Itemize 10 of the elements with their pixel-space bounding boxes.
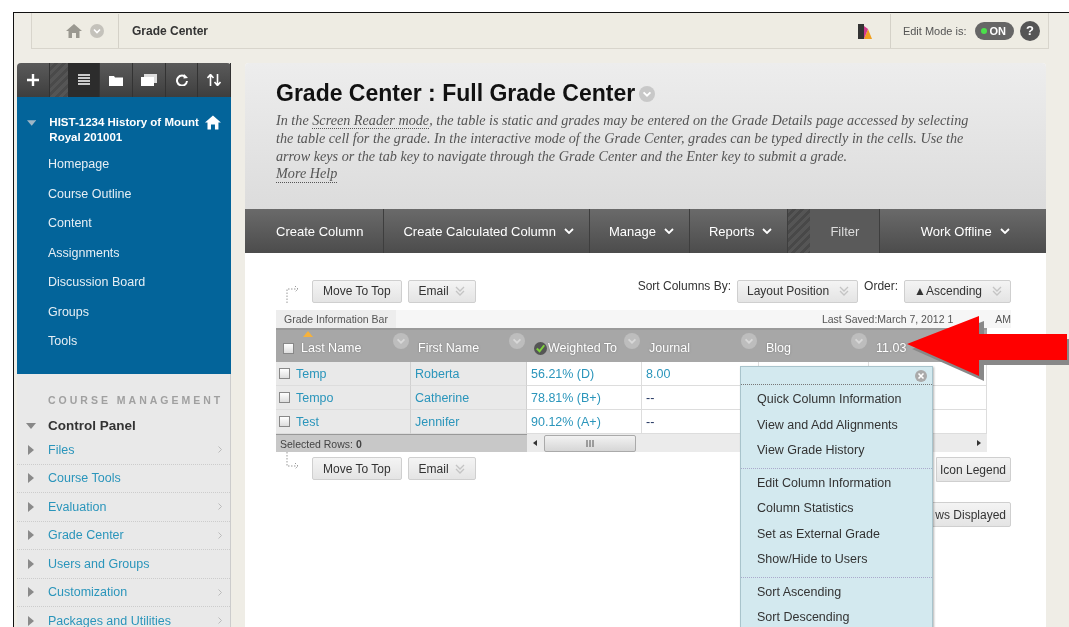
edit-mode-label: Edit Mode is: (889, 13, 967, 48)
selected-rows-count: Selected Rows: 0 (280, 437, 362, 450)
sort-label: Sort Columns By: (637, 279, 731, 293)
order-label: Order: (864, 279, 899, 293)
page-title: Grade Center : Full Grade Center (276, 80, 636, 107)
page-breadcrumb: Grade Center (118, 13, 209, 48)
last-saved-text: AM (995, 313, 1011, 325)
last-saved-text: Last Saved:March 7, 2012 1 (821, 313, 954, 325)
page-instructions: In the Screen Reader mode, the table is static and grades may be entered on the Grade Details page accessed by selecting the table cell for the grade. In the interactive mode of the Grade Center, grades can be typed directly in the cells. Use the arrow keys or the tab key to navigate through the Grade Center and the Enter key to submit a grade. (276, 111, 970, 165)
section-heading: COURSE MANAGEMENT (47, 394, 225, 406)
